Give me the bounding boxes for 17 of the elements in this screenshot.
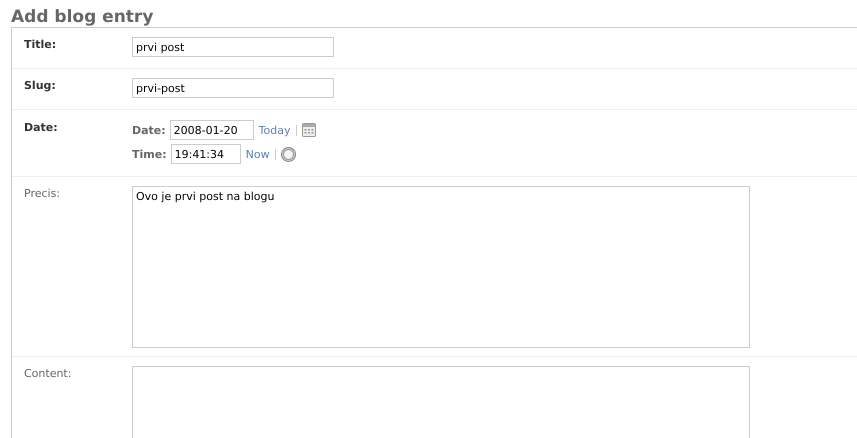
today-link[interactable]: Today [258, 124, 290, 136]
date-label: Date: [132, 124, 166, 136]
page-heading: Add blog entry [10, 6, 154, 27]
time-label: Time: [132, 148, 167, 160]
clock-icon[interactable] [280, 146, 296, 162]
field-label: Date: [24, 120, 59, 134]
field-label: Title: [24, 37, 58, 51]
field-label: Precis: [24, 186, 62, 200]
input-field[interactable]: prvi post [132, 37, 334, 57]
field-label: Content: [24, 366, 72, 380]
date-field[interactable]: 2008-01-20 [170, 120, 254, 140]
input-field[interactable]: prvi-post [132, 78, 334, 98]
text-area[interactable]: Ovo je prvi post na blogu [132, 186, 750, 348]
field-label: Slug: [24, 78, 57, 92]
now-link[interactable]: Now [246, 148, 270, 160]
calendar-icon[interactable] [302, 123, 316, 137]
time-field[interactable]: 19:41:34 [170, 144, 241, 164]
